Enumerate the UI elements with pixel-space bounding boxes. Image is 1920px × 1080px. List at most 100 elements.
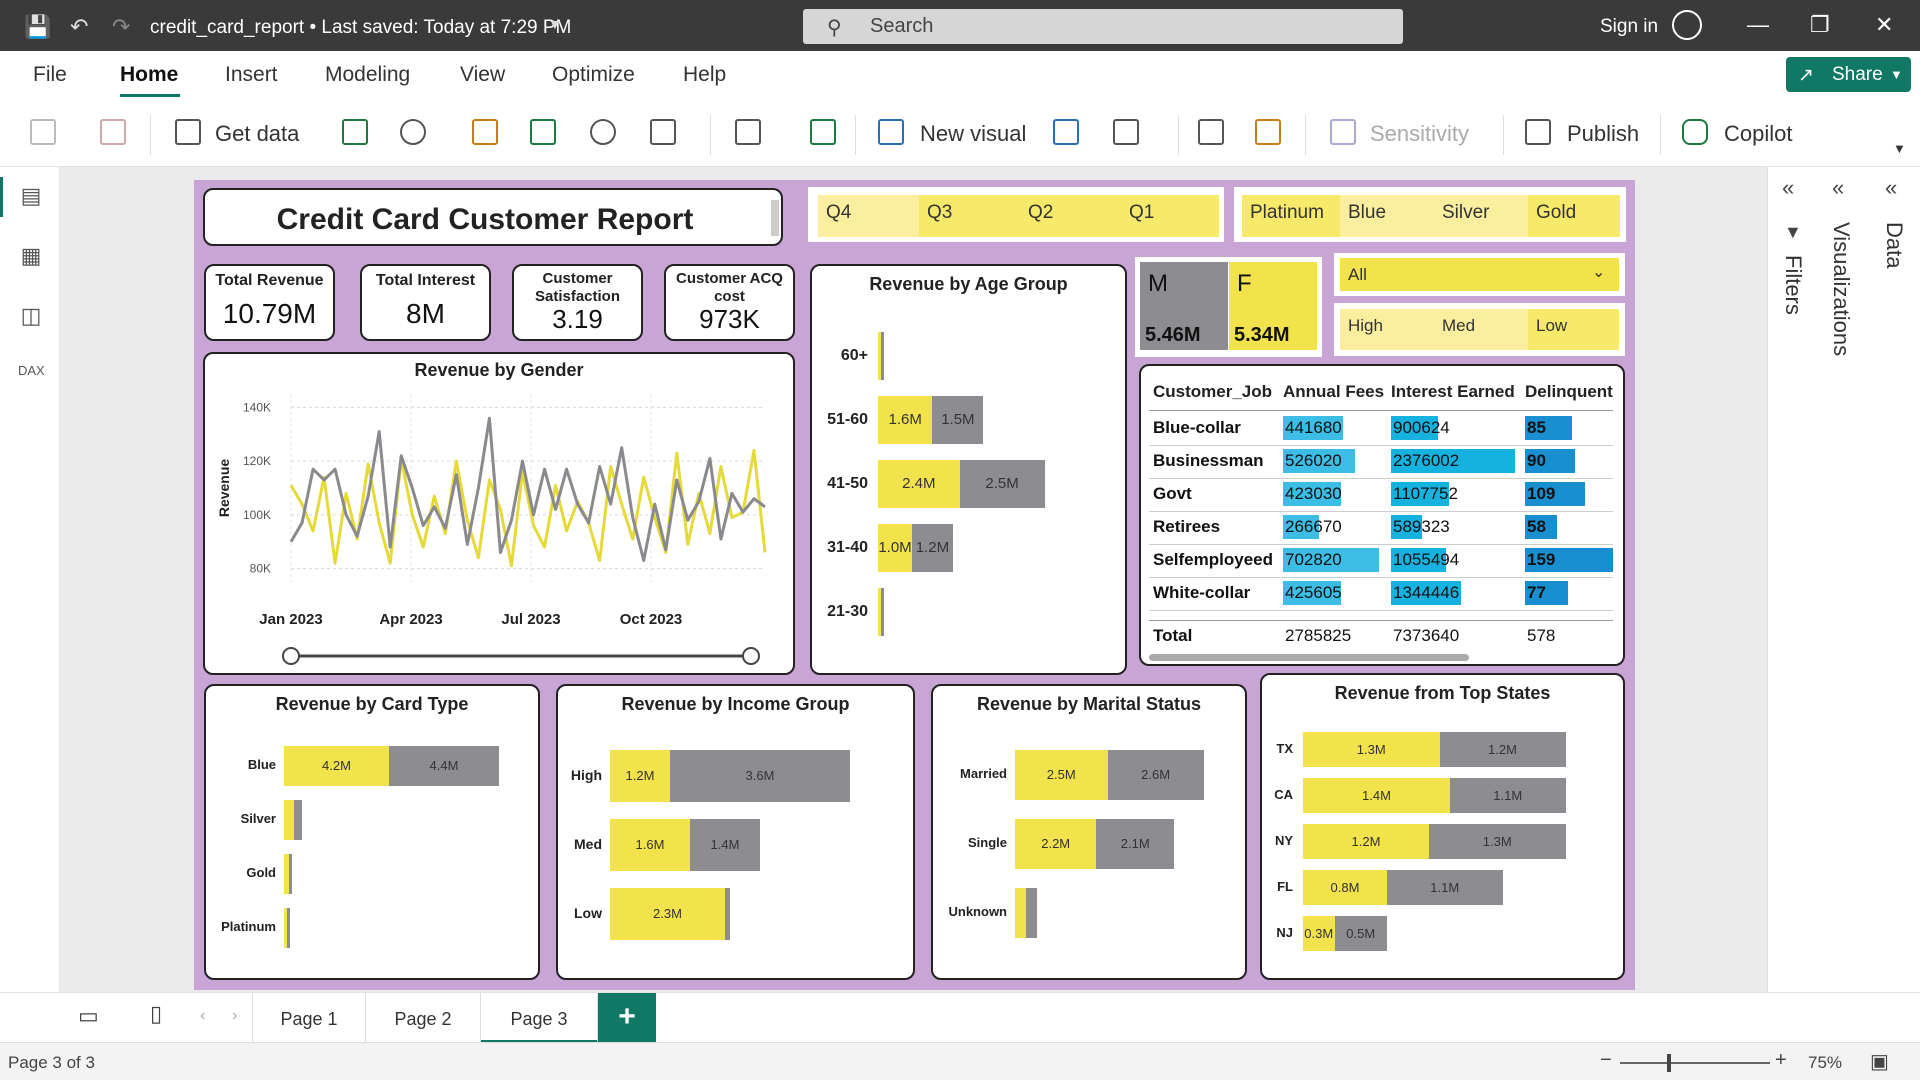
tab-page-3[interactable]: Page 3	[481, 993, 598, 1043]
bar-segment-gray[interactable]: 2.1M	[1096, 819, 1175, 869]
paste-icon[interactable]	[30, 119, 56, 145]
filters-pane-tab[interactable]: Filters	[1780, 255, 1806, 315]
collapse-data-icon[interactable]: «	[1885, 175, 1897, 201]
slicer-item-q2[interactable]: Q2	[1020, 195, 1121, 237]
column-header[interactable]: Annual Fees	[1283, 382, 1384, 402]
ribbon-collapse-icon[interactable]: ▼	[1893, 141, 1906, 156]
menu-home[interactable]: Home	[120, 63, 178, 87]
report-view-icon[interactable]: ▤	[18, 183, 44, 209]
bar-segment-yellow[interactable]: 0.3M	[1303, 916, 1335, 951]
column-header[interactable]: Delinquent	[1525, 382, 1613, 402]
slicer-item-q4[interactable]: Q4	[818, 195, 919, 237]
table-scrollbar[interactable]	[1149, 654, 1469, 661]
bar-segment-yellow[interactable]	[284, 800, 294, 840]
menu-help[interactable]: Help	[683, 63, 726, 87]
mobile-layout-icon[interactable]: ▯	[150, 1001, 162, 1027]
gender-female-tile[interactable]: F 5.34M	[1229, 262, 1317, 350]
copilot-button[interactable]: Copilot	[1724, 121, 1792, 147]
column-header[interactable]: Customer_Job	[1153, 382, 1272, 402]
visualizations-pane-tab[interactable]: Visualizations	[1828, 222, 1854, 356]
bar-segment-gray[interactable]: 1.3M	[1429, 824, 1566, 859]
bar-segment-yellow[interactable]: 1.0M	[878, 524, 912, 572]
zoom-slider-thumb[interactable]	[1667, 1054, 1671, 1072]
table-view-icon[interactable]: ▦	[18, 243, 44, 269]
bar-segment-gray[interactable]: 1.4M	[690, 819, 760, 871]
bar-segment-gray[interactable]: 2.5M	[959, 460, 1045, 508]
share-button[interactable]: ↗ Share ▼	[1786, 57, 1911, 92]
document-title[interactable]: credit_card_report • Last saved: Today a…	[150, 17, 571, 39]
slicer-item-low[interactable]: Low	[1528, 309, 1619, 350]
bar-segment-yellow[interactable]: 2.5M	[1015, 750, 1108, 800]
format-painter-icon[interactable]	[100, 119, 126, 145]
bar-segment-yellow[interactable]: 1.6M	[610, 819, 690, 871]
minimize-icon[interactable]: —	[1747, 12, 1769, 38]
refresh-icon[interactable]	[810, 119, 836, 145]
recent-sources-icon[interactable]	[650, 119, 676, 145]
slicer-item-q1[interactable]: Q1	[1121, 195, 1219, 237]
publish-button[interactable]: Publish	[1567, 121, 1639, 147]
redo-icon[interactable]: ↷	[112, 14, 130, 40]
column-header[interactable]: Interest Earned	[1391, 382, 1515, 402]
tab-page-1[interactable]: Page 1	[252, 993, 366, 1043]
slicer-item-platinum[interactable]: Platinum	[1242, 195, 1340, 237]
report-title-card[interactable]: Credit Card Customer Report	[203, 188, 783, 246]
new-measure-icon[interactable]	[1198, 119, 1224, 145]
chevron-down-icon[interactable]: ▼	[548, 16, 562, 32]
menu-view[interactable]: View	[460, 63, 505, 87]
quick-measure-icon[interactable]	[1255, 119, 1281, 145]
bar-segment-yellow[interactable]: 1.4M	[1303, 778, 1450, 813]
model-view-icon[interactable]: ◫	[18, 303, 44, 329]
zoom-level[interactable]: 75%	[1808, 1053, 1842, 1073]
sql-icon[interactable]	[472, 119, 498, 145]
bar-segment-gray[interactable]	[725, 888, 730, 940]
slicer-item-gold[interactable]: Gold	[1528, 195, 1620, 237]
more-visuals-icon[interactable]	[1113, 119, 1139, 145]
avatar-icon[interactable]	[1672, 10, 1702, 40]
bar-segment-gray[interactable]: 2.6M	[1107, 750, 1204, 800]
bar-segment-gray[interactable]	[289, 854, 292, 894]
bar-segment-gray[interactable]: 1.1M	[1450, 778, 1566, 813]
collapse-visualizations-icon[interactable]: «	[1832, 175, 1844, 201]
onelake-icon[interactable]	[400, 119, 426, 145]
collapse-filters-icon[interactable]: «	[1782, 175, 1794, 201]
search-input[interactable]: ⚲ Search	[803, 9, 1403, 44]
kpi-total-interest[interactable]: Total Interest 8M	[360, 264, 491, 341]
bar-segment-yellow[interactable]: 4.2M	[284, 746, 389, 786]
kpi-total-revenue[interactable]: Total Revenue 10.79M	[204, 264, 335, 341]
bar-segment-yellow[interactable]: 2.3M	[610, 888, 725, 940]
restore-icon[interactable]: ❐	[1810, 12, 1830, 38]
scrollbar[interactable]	[771, 200, 779, 236]
bar-segment-gray[interactable]	[881, 332, 885, 380]
bar-segment-gray[interactable]: 1.5M	[932, 396, 984, 444]
bar-segment-yellow[interactable]	[1015, 888, 1027, 938]
bar-segment-yellow[interactable]: 1.2M	[610, 750, 670, 802]
desktop-layout-icon[interactable]: ▭	[78, 1003, 99, 1029]
bar-segment-yellow[interactable]: 1.2M	[1303, 824, 1429, 859]
revenue-by-states-card[interactable]: Revenue from Top States TX 1.3M 1.2M CA 1.4M…	[1260, 673, 1625, 980]
revenue-by-marital-card[interactable]: Revenue by Marital Status Married 2.5M 2.6…	[931, 684, 1247, 980]
bar-segment-gray[interactable]: 1.2M	[1439, 732, 1566, 767]
dax-query-icon[interactable]: DAX	[18, 363, 45, 389]
kpi-customer-acq-cost[interactable]: Customer ACQ cost 973K	[664, 264, 795, 341]
undo-icon[interactable]: ↶	[70, 14, 88, 40]
bar-segment-gray[interactable]: 1.2M	[912, 524, 953, 572]
customer-job-table[interactable]: Customer_Job Annual Fees Interest Earned…	[1139, 364, 1625, 666]
data-pane-tab[interactable]: Data	[1881, 222, 1907, 268]
text-box-icon[interactable]	[1053, 119, 1079, 145]
bar-segment-gray[interactable]: 0.5M	[1334, 916, 1387, 951]
slicer-item-q3[interactable]: Q3	[919, 195, 1020, 237]
bar-segment-gray[interactable]: 3.6M	[670, 750, 850, 802]
save-icon[interactable]: 💾	[24, 14, 51, 40]
menu-optimize[interactable]: Optimize	[552, 63, 635, 87]
menu-modeling[interactable]: Modeling	[325, 63, 410, 87]
bar-segment-yellow[interactable]: 2.2M	[1015, 819, 1097, 869]
gender-male-tile[interactable]: M 5.46M	[1140, 262, 1228, 350]
slicer-item-silver[interactable]: Silver	[1434, 195, 1528, 237]
tab-page-2[interactable]: Page 2	[366, 993, 481, 1043]
revenue-by-card-type-card[interactable]: Revenue by Card Type Blue 4.2M 4.4M Silver G…	[204, 684, 540, 980]
bar-segment-yellow[interactable]: 1.3M	[1303, 732, 1440, 767]
bar-segment-yellow[interactable]: 0.8M	[1303, 870, 1387, 905]
bar-segment-yellow[interactable]: 2.4M	[878, 460, 960, 508]
bar-segment-gray[interactable]	[881, 588, 884, 636]
close-icon[interactable]: ✕	[1875, 12, 1893, 38]
